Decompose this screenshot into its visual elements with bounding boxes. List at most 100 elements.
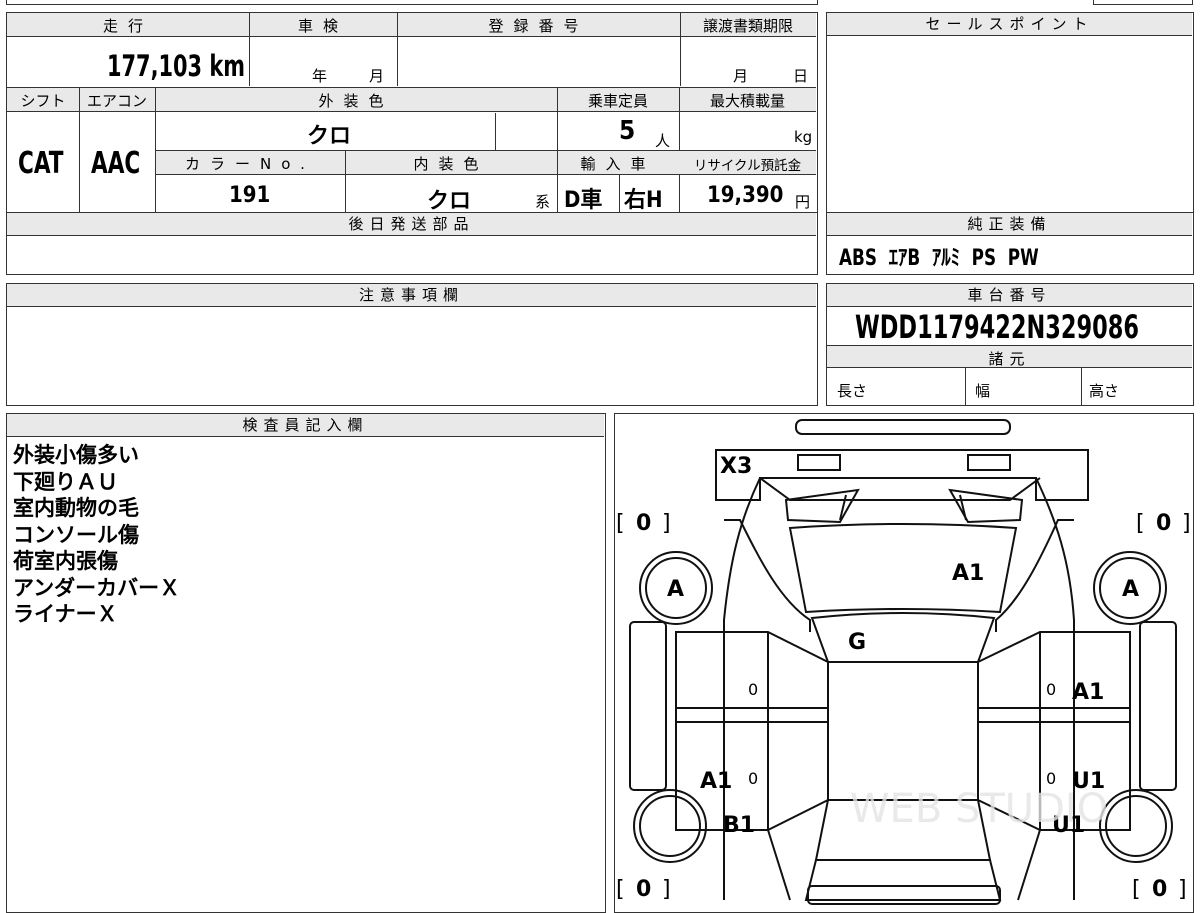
interior-header: 内装色 [413,155,489,173]
notes-box: 注意事項欄 [6,283,818,406]
inspection-month: 月 [369,67,385,85]
zero-rr: 0 [1152,877,1167,902]
genuine-equipment-list: ABS ｴｱB ｱﾙﾐ PS PW [839,246,1039,271]
chassis-no-header: 車台番号 [827,284,1192,307]
max-load-header: 最大積載量 [709,92,785,110]
remark-line: 下廻りＡＵ [13,469,118,494]
shift-header: シフト [20,92,66,110]
later-parts-header: 後日発送部品 [7,213,816,236]
bracket-fr-close: ] [1182,511,1191,536]
mark-left-rear-door: A1 [700,769,732,794]
color-no-value: 191 [229,183,271,208]
color-no-header: カラーNo. [185,155,315,173]
bracket-rl-open: [ [616,877,625,902]
chassis-no-value: WDD1179422N329086 [855,308,1139,346]
door-zero-l1: 0 [748,680,758,699]
mark-front-left-tire: A [667,577,684,602]
mark-hood: A1 [952,561,984,586]
recycle-header: リサイクル預託金 [693,158,802,174]
registration-header: 登録番号 [488,17,589,35]
mileage-value: 177,103 km [107,49,245,83]
door-zero-r1: 0 [1046,680,1056,699]
headlight-left [796,453,841,471]
car-diagram-box: X3 A1 G A A A1 A1 U1 B1 U1 [ 0 ] [ 0 ] [… [614,413,1194,913]
rear-left-tire [632,788,707,863]
sales-point-header: セールスポイント [827,13,1192,36]
car-diagram: X3 A1 G A A A1 A1 U1 B1 U1 [ 0 ] [ 0 ] [… [616,418,1191,905]
shift-value: CAT [18,146,64,181]
remark-line: アンダーカバーＸ [13,575,181,600]
chassis-box: 車台番号 WDD1179422N329086 諸元 長さ 幅 高さ [826,283,1194,406]
transfer-deadline-header: 譲渡書類期限 [702,17,793,35]
bracket-rr-open: [ [1132,877,1141,902]
mileage-header: 走行 [102,17,153,35]
length-label: 長さ [837,382,868,400]
sales-point-box: セールスポイント [826,12,1194,213]
import-type-value: D車 [564,188,603,213]
doors-left [674,630,829,831]
interior-color-value: クロ [427,189,472,214]
recycle-unit: 円 [795,193,811,211]
bracket-fr-open: [ [1136,511,1145,536]
top-strip [6,0,818,5]
inspection-header: 車検 [297,17,348,35]
transfer-month: 月 [733,67,749,85]
door-zero-l2: 0 [748,769,758,788]
load-unit: kg [794,128,813,146]
remark-line: 室内動物の毛 [13,496,139,520]
later-parts-box: 後日発送部品 [6,212,818,275]
watermark: WEB STUDIO [850,786,1108,832]
rear-bumper [806,884,1001,905]
top-strip-right [1093,0,1193,5]
transfer-day: 日 [793,67,809,85]
remark-line: 荷室内張傷 [13,549,118,573]
spec-table: 走行 車検 登録番号 譲渡書類期限 177,103 km 年 月 月 日 シフト… [6,12,818,214]
rear-panel [804,858,1001,901]
interior-suffix: 系 [535,193,551,211]
headlight-right [966,453,1011,471]
remark-line: 外装小傷多い [13,443,139,467]
zero-fr: 0 [1156,511,1171,536]
mark-left-rear-fender: B1 [723,813,755,838]
mark-windshield: G [848,630,866,655]
inspector-box: 検査員記入欄 外装小傷多い 下廻りＡＵ 室内動物の毛 コンソール傷 荷室内張傷 … [6,413,606,913]
mark-front-right-tire: A [1122,577,1139,602]
capacity-value: 5 [619,116,636,146]
zero-rl: 0 [636,877,651,902]
mark-right-front-door: A1 [1072,680,1104,705]
windshield [810,611,995,663]
bracket-fl-open: [ [616,511,625,536]
notes-header: 注意事項欄 [7,284,816,307]
skirt-left [628,620,667,791]
specs-header: 諸元 [988,350,1031,368]
recycle-fee-value: 19,390 [707,183,784,208]
mark-front-bumper: X3 [720,454,752,479]
exterior-color-value: クロ [307,124,352,149]
roof [826,660,979,801]
hood-vents [784,488,1023,523]
capacity-header: 乗車定員 [587,92,648,110]
front-bumper-bar [794,418,1011,435]
remark-line: ライナーＸ [13,602,118,626]
exterior-header: 外装色 [318,92,394,110]
height-label: 高さ [1089,382,1120,400]
import-header: 輸入車 [580,155,656,173]
bracket-rr-close: ] [1178,877,1187,902]
bracket-fl-close: ] [662,511,671,536]
genuine-equipment-box: 純正装備 ABS ｴｱB ｱﾙﾐ PS PW [826,212,1194,275]
inspector-header: 検査員記入欄 [7,414,604,437]
remark-line: コンソール傷 [13,522,139,547]
body-outline [722,477,1075,900]
width-label: 幅 [975,382,991,400]
front-fender-left [723,518,811,632]
inspection-year: 年 [312,67,328,85]
zero-fl: 0 [636,511,651,536]
skirt-right [1138,620,1177,791]
bracket-rl-close: ] [662,877,671,902]
aircon-value: AAC [91,146,141,181]
capacity-unit: 人 [655,132,671,150]
aircon-header: エアコン [86,92,147,110]
front-panel [714,448,1089,501]
genuine-equipment-header: 純正装備 [827,213,1192,236]
handle-value: 右H [624,188,663,213]
